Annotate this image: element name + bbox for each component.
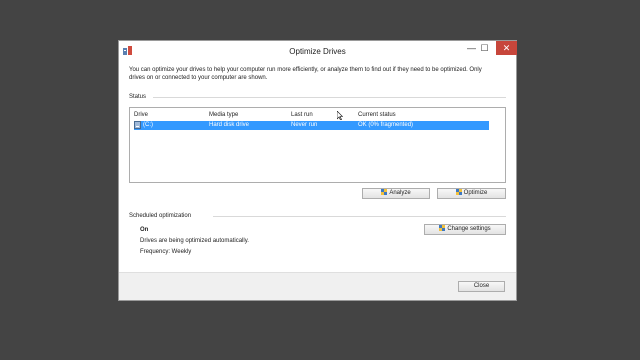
close-window-button[interactable]: ✕: [496, 41, 517, 55]
column-header-last-run[interactable]: Last run: [291, 112, 313, 118]
drive-list[interactable]: Drive Media type Last run Current status…: [129, 107, 506, 183]
analyze-label: Analyze: [389, 190, 411, 196]
drive-cell: (C:): [143, 122, 153, 128]
uac-shield-icon: [381, 189, 388, 195]
scheduled-section-label: Scheduled optimization: [129, 213, 192, 219]
column-header-media-type[interactable]: Media type: [209, 112, 238, 118]
status-divider: [153, 97, 506, 98]
uac-shield-icon: [439, 225, 446, 231]
intro-text: You can optimize your drives to help you…: [129, 67, 482, 81]
mouse-cursor-icon: [337, 111, 343, 120]
schedule-frequency: Frequency: Weekly: [140, 249, 192, 255]
optimize-label: Optimize: [463, 190, 488, 196]
media-type-cell: Hard disk drive: [209, 122, 250, 128]
schedule-state: On: [140, 227, 149, 233]
hard-drive-icon: [134, 121, 141, 129]
optimize-drives-window: Optimize Drives — ☐ ✕ You can optimize y…: [118, 40, 517, 301]
column-header-current-status[interactable]: Current status: [358, 112, 396, 118]
dialog-content: You can optimize your drives to help you…: [119, 60, 516, 300]
current-status-cell: OK (0% fragmented): [358, 122, 414, 128]
uac-shield-icon: [455, 189, 462, 195]
last-run-cell: Never run: [291, 122, 318, 128]
schedule-description: Drives are being optimized automatically…: [140, 238, 249, 244]
optimize-button[interactable]: Optimize: [437, 188, 506, 199]
dialog-footer: Close: [119, 272, 516, 300]
scheduled-divider: [213, 216, 506, 217]
close-button[interactable]: Close: [458, 281, 505, 292]
window-title: Optimize Drives: [289, 47, 346, 56]
status-section-label: Status: [129, 94, 147, 100]
title-bar[interactable]: Optimize Drives — ☐ ✕: [119, 41, 517, 60]
change-settings-label: Change settings: [447, 226, 491, 232]
analyze-button[interactable]: Analyze: [362, 188, 430, 199]
column-header-drive[interactable]: Drive: [134, 112, 148, 118]
change-settings-button[interactable]: Change settings: [424, 224, 506, 235]
maximize-button[interactable]: ☐: [475, 41, 494, 55]
